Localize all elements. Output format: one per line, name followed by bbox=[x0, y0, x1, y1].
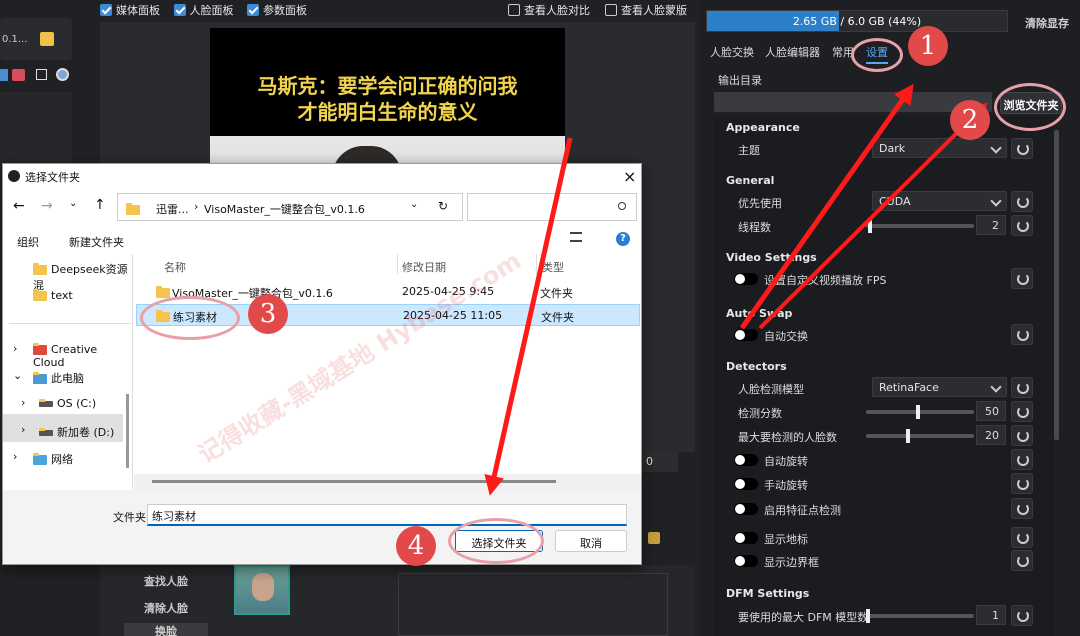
arrow-to-settings-tab bbox=[739, 83, 914, 330]
highlight-folder-row bbox=[140, 296, 240, 340]
step-badge-1: 1 bbox=[908, 26, 948, 66]
highlight-browse-button bbox=[994, 83, 1066, 131]
highlight-settings-tab bbox=[851, 38, 903, 72]
step-badge-2: 2 bbox=[950, 100, 990, 140]
step-badge-3: 3 bbox=[248, 294, 288, 334]
step-badge-4: 4 bbox=[396, 526, 436, 566]
arrow-to-select-button bbox=[484, 137, 573, 496]
highlight-select-button bbox=[448, 518, 544, 564]
